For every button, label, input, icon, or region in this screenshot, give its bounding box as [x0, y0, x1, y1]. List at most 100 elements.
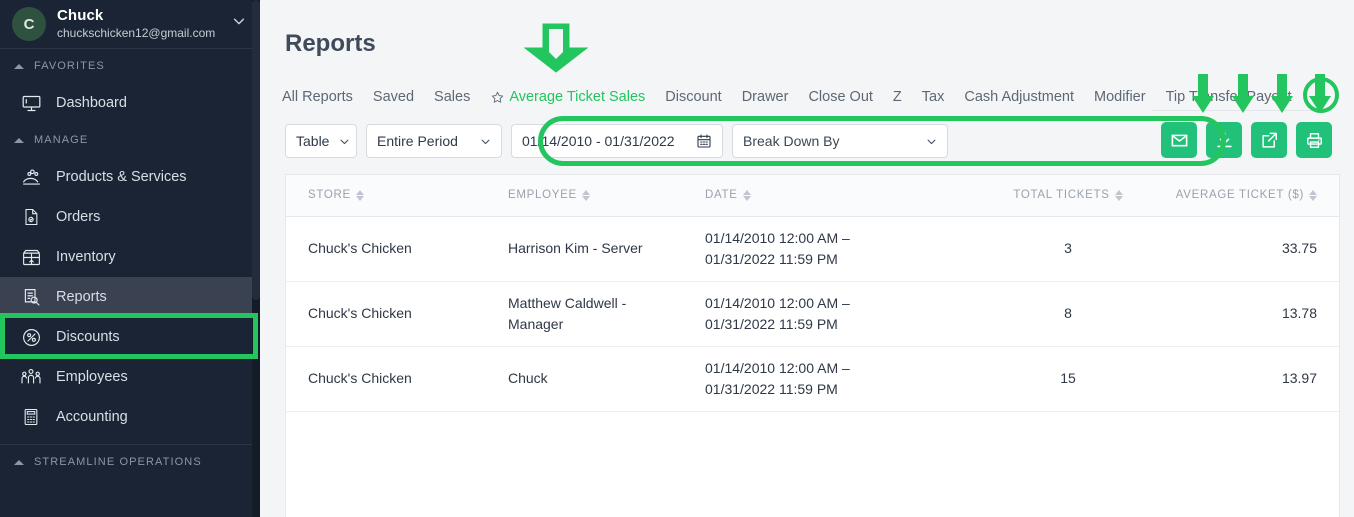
report-table-card: STORE EMPLOYEE DATE — [285, 174, 1340, 517]
monitor-icon — [18, 92, 44, 114]
share-button[interactable] — [1251, 122, 1287, 158]
caret-up-icon — [14, 460, 24, 465]
avatar: C — [12, 7, 46, 41]
column-header-label: TOTAL TICKETS — [1013, 189, 1109, 201]
sidebar-item-employees[interactable]: Employees — [0, 357, 260, 397]
column-header-average-ticket[interactable]: AVERAGE TICKET ($) — [1163, 175, 1339, 216]
cell-store: Chuck's Chicken — [286, 346, 486, 411]
cell-date-start: 01/14/2010 12:00 AM – — [705, 293, 973, 313]
actions-divider — [1152, 110, 1332, 111]
print-button[interactable] — [1296, 122, 1332, 158]
cell-date-end: 01/31/2022 11:59 PM — [705, 249, 973, 269]
percent-icon — [18, 326, 44, 348]
cell-employee: Chuck — [486, 346, 683, 411]
column-header-label: STORE — [308, 189, 351, 201]
column-header-store[interactable]: STORE — [286, 175, 486, 216]
sidebar-item-products-services[interactable]: Products & Services — [0, 157, 260, 197]
sort-icon[interactable] — [1115, 190, 1123, 201]
star-icon[interactable] — [480, 90, 505, 105]
sidebar-item-reports[interactable]: Reports — [0, 277, 260, 317]
sidebar-item-label: Products & Services — [56, 169, 187, 185]
tab-close-out[interactable]: Close Out — [798, 89, 882, 105]
table-row[interactable]: Chuck's Chicken Matthew Caldwell - Manag… — [286, 281, 1339, 346]
cell-employee: Matthew Caldwell - Manager — [486, 281, 683, 346]
inventory-icon — [18, 246, 44, 268]
reports-icon — [18, 286, 44, 308]
account-name: Chuck — [57, 7, 215, 26]
tab-modifier[interactable]: Modifier — [1084, 89, 1156, 105]
sidebar-item-label: Accounting — [56, 409, 128, 425]
cell-date: 01/14/2010 12:00 AM – 01/31/2022 11:59 P… — [683, 216, 973, 281]
tab-average-ticket-sales[interactable]: Average Ticket Sales — [505, 89, 655, 105]
sidebar-item-inventory[interactable]: Inventory — [0, 237, 260, 277]
column-header-label: DATE — [705, 189, 738, 201]
tab-drawer[interactable]: Drawer — [732, 89, 799, 105]
chevron-down-icon — [470, 136, 491, 147]
sort-icon[interactable] — [356, 190, 364, 201]
account-text: Chuck chuckschicken12@gmail.com — [57, 7, 215, 42]
column-header-date[interactable]: DATE — [683, 175, 973, 216]
sidebar-item-label: Orders — [56, 209, 100, 225]
tab-tax[interactable]: Tax — [912, 89, 955, 105]
view-mode-select[interactable]: Table — [285, 124, 357, 158]
tab-sales[interactable]: Sales — [424, 89, 480, 105]
column-header-label: EMPLOYEE — [508, 189, 577, 201]
action-buttons — [1161, 122, 1332, 158]
page-title: Reports — [285, 30, 376, 58]
column-header-employee[interactable]: EMPLOYEE — [486, 175, 683, 216]
sidebar-item-accounting[interactable]: Accounting — [0, 397, 260, 437]
account-switcher[interactable]: C Chuck chuckschicken12@gmail.com — [0, 0, 260, 48]
cell-average-ticket: 13.78 — [1163, 281, 1339, 346]
period-select[interactable]: Entire Period — [366, 124, 502, 158]
sidebar-item-orders[interactable]: Orders — [0, 197, 260, 237]
chevron-down-icon — [916, 136, 937, 147]
sort-icon[interactable] — [1309, 190, 1317, 201]
tab-tip-transfer-payout[interactable]: Tip Transfer/Payout — [1156, 89, 1302, 105]
cell-total-tickets: 8 — [973, 281, 1163, 346]
sidebar-item-dashboard[interactable]: Dashboard — [0, 83, 260, 123]
sort-icon[interactable] — [743, 190, 751, 201]
cell-average-ticket: 33.75 — [1163, 216, 1339, 281]
column-header-total-tickets[interactable]: TOTAL TICKETS — [973, 175, 1163, 216]
sidebar-item-discounts[interactable]: Discounts — [0, 317, 260, 357]
sidebar-section-manage[interactable]: MANAGE — [0, 123, 260, 157]
cell-total-tickets: 3 — [973, 216, 1163, 281]
chevron-down-icon — [329, 136, 350, 147]
cell-store: Chuck's Chicken — [286, 216, 486, 281]
sidebar-section-label: FAVORITES — [34, 60, 105, 72]
sidebar-section-label: STREAMLINE OPERATIONS — [34, 456, 202, 468]
cell-date-end: 01/31/2022 11:59 PM — [705, 314, 973, 334]
tab-all-reports[interactable]: All Reports — [272, 89, 363, 105]
orders-icon — [18, 206, 44, 228]
date-range-input[interactable]: 01/14/2010 - 01/31/2022 — [511, 124, 723, 158]
column-header-label: AVERAGE TICKET ($) — [1176, 189, 1304, 201]
view-mode-value: Table — [296, 133, 329, 149]
chevron-down-icon[interactable] — [232, 14, 244, 26]
table-body: Chuck's Chicken Harrison Kim - Server 01… — [286, 216, 1339, 411]
sidebar-section-favorites[interactable]: FAVORITES — [0, 49, 260, 83]
break-down-by-value: Break Down By — [743, 133, 839, 149]
table-row[interactable]: Chuck's Chicken Harrison Kim - Server 01… — [286, 216, 1339, 281]
sidebar-item-label: Reports — [56, 289, 107, 305]
break-down-by-select[interactable]: Break Down By — [732, 124, 948, 158]
calendar-icon[interactable] — [688, 133, 712, 149]
period-value: Entire Period — [377, 133, 458, 149]
sidebar-item-label: Discounts — [56, 329, 120, 345]
main-content: Reports All Reports Saved Sales Average … — [260, 0, 1354, 517]
tab-z[interactable]: Z — [883, 89, 912, 105]
email-button[interactable] — [1161, 122, 1197, 158]
sidebar-scrollbar-thumb[interactable] — [252, 0, 260, 300]
sidebar-section-streamline-operations[interactable]: STREAMLINE OPERATIONS — [0, 445, 260, 479]
tab-cash-adjustment[interactable]: Cash Adjustment — [954, 89, 1084, 105]
sidebar-item-label: Dashboard — [56, 95, 127, 111]
report-tabs: All Reports Saved Sales Average Ticket S… — [260, 82, 1354, 112]
tab-discount[interactable]: Discount — [655, 89, 731, 105]
download-button[interactable] — [1206, 122, 1242, 158]
sidebar-item-label: Inventory — [56, 249, 116, 265]
tab-saved[interactable]: Saved — [363, 89, 424, 105]
sidebar-scrollbar[interactable] — [252, 0, 260, 517]
table-header: STORE EMPLOYEE DATE — [286, 175, 1339, 216]
table-row[interactable]: Chuck's Chicken Chuck 01/14/2010 12:00 A… — [286, 346, 1339, 411]
sort-icon[interactable] — [582, 190, 590, 201]
cell-date-start: 01/14/2010 12:00 AM – — [705, 358, 973, 378]
